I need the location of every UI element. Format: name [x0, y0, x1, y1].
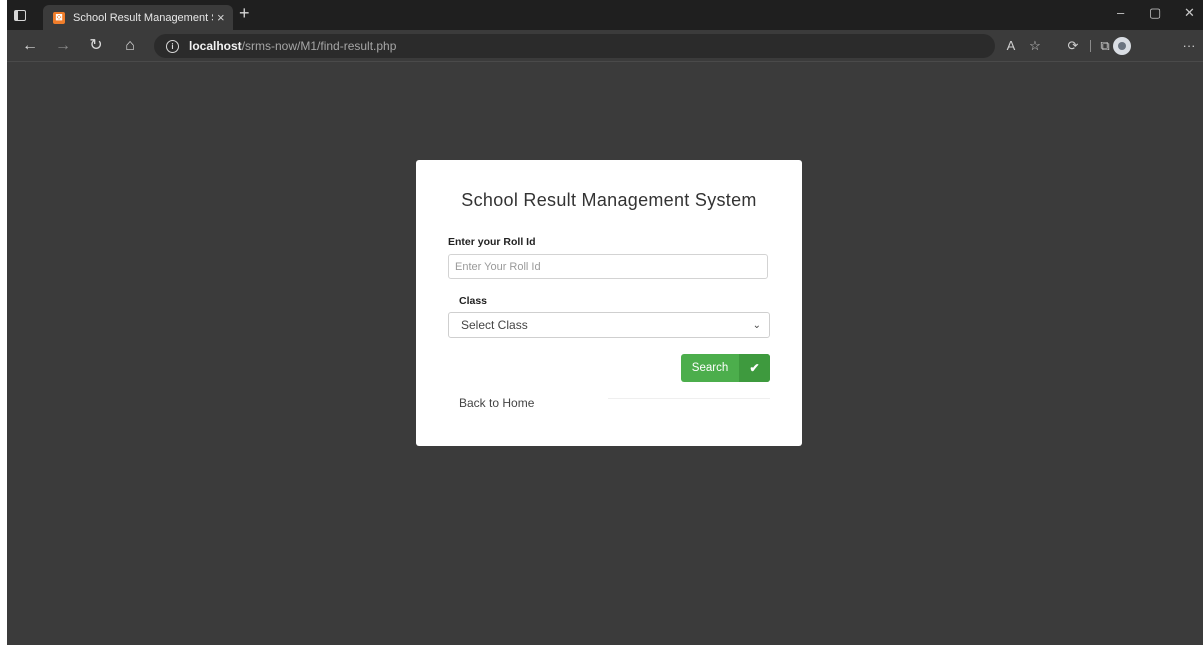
url-text[interactable]: localhost/srms-now/M1/find-result.php	[189, 39, 396, 53]
refresh-icon[interactable]: ↻	[87, 37, 105, 55]
read-aloud-icon[interactable]: A	[1003, 38, 1019, 54]
more-icon[interactable]: ···	[1181, 38, 1197, 54]
collections-icon[interactable]: ⧉	[1097, 38, 1113, 54]
tab-actions-icon[interactable]	[11, 6, 29, 24]
favicon-icon: ⊠	[53, 11, 65, 24]
active-tab[interactable]: ⊠ School Result Management Syste ×	[43, 5, 233, 30]
search-button-label: Search	[691, 362, 729, 374]
profile-icon[interactable]	[1113, 37, 1131, 55]
page-title: School Result Management System	[461, 190, 757, 210]
favorites-icon[interactable]: ☆	[1027, 38, 1043, 54]
new-tab-button[interactable]: +	[239, 4, 250, 22]
restore-icon[interactable]: ▢	[1149, 6, 1161, 19]
minimize-icon[interactable]: –	[1117, 6, 1124, 19]
chevron-down-icon: ⌄	[752, 319, 761, 331]
back-icon[interactable]: ←	[21, 37, 39, 55]
check-icon: ✔	[739, 354, 770, 382]
roll-id-input[interactable]	[448, 254, 768, 279]
address-bar[interactable]: i localhost/srms-now/M1/find-result.php	[154, 34, 995, 58]
forward-icon[interactable]: →	[54, 37, 72, 55]
tab-title: School Result Management Syste	[73, 11, 213, 24]
url-host: localhost	[189, 39, 242, 53]
url-path: /srms-now/M1/find-result.php	[241, 39, 397, 53]
roll-id-label: Enter your Roll Id	[448, 236, 536, 248]
browser-toolbar: ← → ↻ ⌂ i localhost/srms-now/M1/find-res…	[7, 30, 1203, 62]
class-label: Class	[459, 295, 488, 307]
close-window-icon[interactable]: ✕	[1184, 6, 1195, 19]
search-button[interactable]: Search ✔	[681, 354, 770, 382]
tab-bar: ⊠ School Result Management Syste × + – ▢…	[7, 0, 1203, 30]
toolbar-divider	[1090, 40, 1091, 52]
class-select[interactable]: Select Class ⌄	[448, 312, 770, 338]
class-select-value: Select Class	[461, 318, 528, 332]
browser-window: ⊠ School Result Management Syste × + – ▢…	[7, 0, 1203, 645]
home-icon[interactable]: ⌂	[121, 37, 139, 55]
back-to-home-link[interactable]: Back to Home	[459, 396, 534, 410]
info-icon[interactable]: i	[166, 39, 179, 53]
extensions-icon[interactable]: ⟳	[1065, 38, 1081, 54]
find-result-card: School Result Management System Enter yo…	[416, 160, 802, 446]
tab-close-icon[interactable]: ×	[217, 11, 225, 24]
divider-line	[608, 398, 770, 399]
